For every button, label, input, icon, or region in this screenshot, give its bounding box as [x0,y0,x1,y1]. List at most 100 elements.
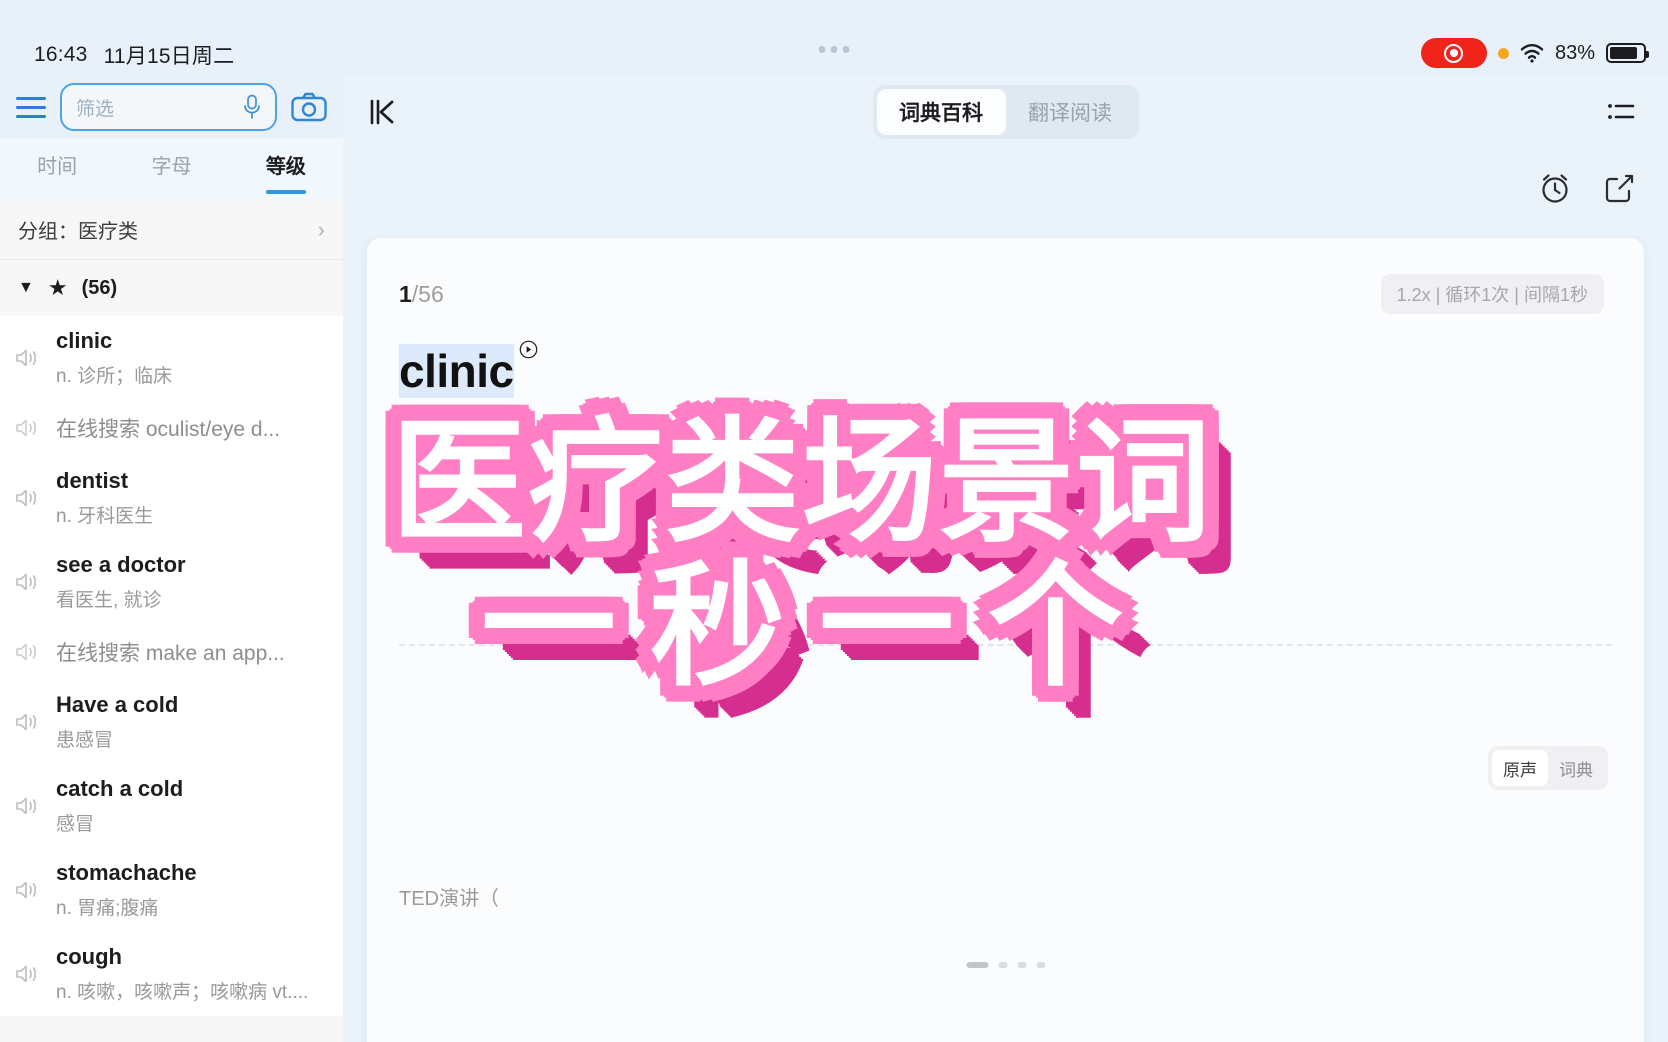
alarm-clock-icon[interactable] [1538,171,1572,205]
word-counter: 1/56 [399,281,444,308]
example-pager[interactable] [966,962,1045,968]
speaker-icon[interactable] [14,795,40,817]
list-item[interactable]: 在线搜索 make an app... [0,624,343,680]
phonetic-uk-text: /ˈklɪnɪk/ [445,424,520,449]
word-cn: 感冒 [56,814,95,835]
sidebar-search-row: 筛选 [0,76,343,138]
main-panel: 词典百科 翻译阅读 1/56 1.2x | 循环1次 | 间隔1秒 clinic… [343,76,1668,1042]
speaker-icon[interactable] [14,347,40,369]
word-list: clinic n. 诊所；临床 在线搜索 oculist/eye d... de… [0,316,343,1016]
source-original[interactable]: 原声 [1492,750,1548,786]
list-item[interactable]: Have a cold 患感冒 [0,680,343,764]
record-pill-icon[interactable] [1420,38,1487,68]
speaker-icon[interactable] [14,963,40,985]
battery-percent-label: 83% [1554,41,1595,64]
source-dictionary[interactable]: 词典 [1548,750,1604,786]
share-external-icon[interactable] [1602,171,1636,205]
record-ring-icon [1444,43,1464,63]
example-source-label: TED演讲（ [399,888,499,910]
clock-time: 16:43 [34,43,88,66]
window-drag-handle[interactable] [818,46,850,53]
main-tool-row [343,148,1668,228]
sidebar-tab-alphabet[interactable]: 字母 [114,138,228,200]
list-item[interactable]: see a doctor 看医生, 就诊 [0,540,343,624]
group-selector-row[interactable]: 分组：医疗类 › [0,200,343,260]
word-cn: n. 诊所；临床 [56,366,173,387]
hamburger-icon[interactable] [16,96,46,118]
card-header-row: 1/56 1.2x | 循环1次 | 间隔1秒 [367,238,1644,314]
microphone-icon[interactable] [243,94,261,120]
sidebar: 筛选 时间 字母 等级 分组：医疗类 › ▼ ★ (56) clinic n. … [0,76,343,1042]
amber-dot-icon [1497,47,1509,59]
sidebar-tab-time[interactable]: 时间 [0,138,114,200]
word-en: cough [56,944,122,969]
status-bar-left: 16:43 11月15日周二 [34,40,234,70]
speaker-icon[interactable] [14,641,40,663]
camera-icon[interactable] [291,92,327,122]
collapse-panel-icon[interactable] [367,95,401,129]
list-item[interactable]: dentist n. 牙科医生 [0,456,343,540]
starred-section-header[interactable]: ▼ ★ (56) [0,260,343,316]
pager-dot[interactable] [998,962,1007,968]
phonetic-us-text: /ˈklɪnɪk/ [611,424,686,449]
word-cn: n. 胃痛;腹痛 [56,898,159,919]
word-cn: 患感冒 [56,730,114,751]
word-cn: n. 牙科医生 [56,506,154,527]
word-counter-current: 1 [399,280,412,307]
main-top-bar: 词典百科 翻译阅读 [343,76,1668,148]
list-item[interactable]: cough n. 咳嗽，咳嗽声；咳嗽病 vt.... [0,932,343,1016]
word-en: see a doctor [56,552,186,577]
app-root: 16:43 11月15日周二 83% 筛选 时间 字母 等级 分组：医疗类 › … [0,0,1668,1042]
clock-date: 11月15日周二 [103,45,235,68]
speaker-icon[interactable] [14,879,40,901]
handle-dot [842,46,850,53]
list-item[interactable]: catch a cold 感冒 [0,764,343,848]
handle-dot [818,46,826,53]
list-item[interactable]: 在线搜索 oculist/eye d... [0,400,343,456]
caret-down-icon: ▼ [18,279,34,296]
phonetic-us[interactable]: /ˈklɪnɪk/ [565,424,686,450]
word-en: clinic [56,328,113,353]
starred-count: (56) [81,276,118,299]
sidebar-tab-level[interactable]: 等级 [229,138,343,200]
headword-wrap: clinic [367,314,1644,398]
list-view-icon[interactable] [1604,95,1638,129]
sidebar-sort-tabs: 时间 字母 等级 [0,138,343,200]
pager-dot-active[interactable] [966,962,988,968]
word-detail-card: 1/56 1.2x | 循环1次 | 间隔1秒 clinic /ˈklɪnɪk/… [367,238,1644,1042]
status-bar: 16:43 11月15日周二 83% [0,0,1668,76]
word-cn: 看医生, 就诊 [56,590,162,611]
word-en: stomachache [56,860,197,885]
pager-dot[interactable] [1036,962,1045,968]
wifi-icon [1520,43,1544,63]
word-en: catch a cold [56,776,184,801]
word-counter-total: /56 [411,280,444,307]
speaker-icon[interactable] [14,417,40,439]
pager-dot[interactable] [1017,962,1026,968]
online-search-label: 在线搜索 make an app... [56,642,285,665]
speaker-icon[interactable] [14,487,40,509]
tab-translate-read[interactable]: 翻译阅读 [1006,89,1135,135]
playback-settings-badge[interactable]: 1.2x | 循环1次 | 间隔1秒 [1380,274,1604,314]
handle-dot [830,46,838,53]
search-placeholder: 筛选 [76,98,115,120]
online-search-label: 在线搜索 oculist/eye d... [56,418,281,441]
phonetics-row: /ˈklɪnɪk/ /ˈklɪnɪk/ [367,398,1644,450]
headword[interactable]: clinic [399,340,537,398]
phonetic-uk[interactable]: /ˈklɪnɪk/ [399,424,519,450]
main-mode-tabs: 词典百科 翻译阅读 [872,85,1139,139]
list-item[interactable]: clinic n. 诊所；临床 [0,316,343,400]
star-icon: ★ [47,275,68,300]
headword-text: clinic [399,345,514,397]
play-circle-icon[interactable] [519,340,538,359]
chevron-right-icon: › [317,216,325,242]
section-divider [399,644,1612,646]
word-en: dentist [56,468,129,493]
status-bar-right: 83% [1420,38,1649,68]
speaker-icon[interactable] [14,571,40,593]
audio-source-toggle: 原声 词典 [1488,746,1608,790]
speaker-icon[interactable] [14,711,40,733]
search-input[interactable]: 筛选 [60,83,277,131]
list-item[interactable]: stomachache n. 胃痛;腹痛 [0,848,343,932]
tab-dictionary[interactable]: 词典百科 [876,89,1006,135]
